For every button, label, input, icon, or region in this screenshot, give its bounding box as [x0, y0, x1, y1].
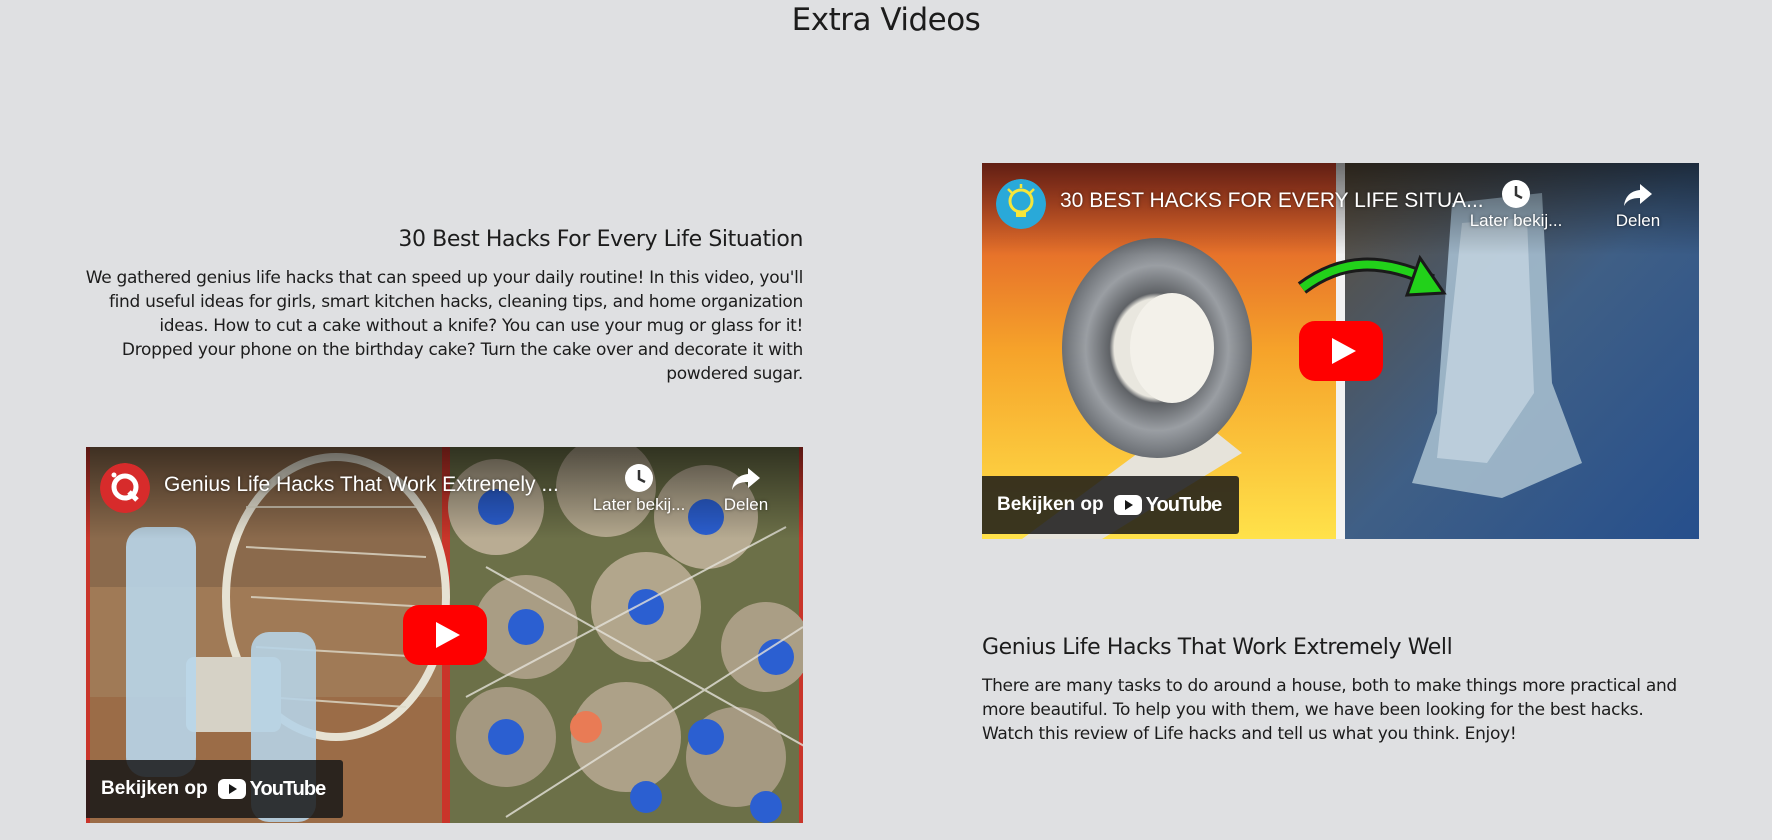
section-2-text: Genius Life Hacks That Work Extremely We…	[982, 634, 1702, 746]
watch-on-label: Bekijken op	[997, 494, 1104, 515]
video-title[interactable]: 30 BEST HACKS FOR EVERY LIFE SITUA...	[1060, 189, 1484, 213]
watch-later-label: Later bekij...	[1469, 211, 1563, 230]
play-icon[interactable]	[402, 605, 487, 665]
q-channel-icon[interactable]	[100, 463, 150, 513]
section-2-description: There are many tasks to do around a hous…	[982, 674, 1702, 746]
desc-line: Dropped your phone on the birthday cake?…	[121, 340, 803, 360]
share-label: Delen	[723, 495, 769, 514]
section-2-heading: Genius Life Hacks That Work Extremely We…	[982, 635, 1453, 660]
video-embed-genius-life-hacks[interactable]: Genius Life Hacks That Work Extremely ..…	[86, 447, 803, 823]
share-button[interactable]: Delen	[706, 461, 786, 515]
video-title[interactable]: Genius Life Hacks That Work Extremely ..…	[164, 473, 559, 497]
share-icon	[732, 468, 760, 490]
clock-icon	[625, 464, 653, 492]
page-title: Extra Videos	[791, 2, 981, 38]
watch-later-button[interactable]: Later bekij...	[1466, 177, 1566, 231]
watch-on-label: Bekijken op	[101, 778, 208, 799]
share-button[interactable]: Delen	[1598, 177, 1678, 231]
section-1-text: 30 Best Hacks For Every Life Situation W…	[85, 226, 804, 386]
share-icon	[1624, 184, 1652, 206]
desc-line: powdered sugar.	[666, 364, 803, 384]
desc-line: We gathered genius life hacks that can s…	[85, 268, 804, 288]
youtube-logo-icon: YouTube	[217, 777, 327, 801]
desc-line: find useful ideas for girls, smart kitch…	[108, 292, 803, 312]
desc-line: Watch this review of Life hacks and tell…	[982, 724, 1517, 744]
watch-later-button[interactable]: Later bekij...	[589, 461, 689, 515]
play-icon[interactable]	[1298, 321, 1383, 381]
watch-later-label: Later bekij...	[592, 495, 686, 514]
clock-icon	[1502, 180, 1530, 208]
youtube-wordmark: YouTube	[1145, 493, 1223, 516]
watch-on-youtube-button[interactable]: Bekijken op YouTube	[982, 476, 1240, 534]
desc-line: There are many tasks to do around a hous…	[982, 676, 1677, 696]
watch-on-youtube-button[interactable]: Bekijken op YouTube	[86, 760, 344, 818]
share-label: Delen	[1615, 211, 1661, 230]
section-1-description: We gathered genius life hacks that can s…	[85, 266, 804, 386]
youtube-logo-icon: YouTube	[1113, 493, 1223, 517]
lightbulb-channel-icon[interactable]	[996, 179, 1046, 229]
youtube-wordmark: YouTube	[249, 777, 327, 800]
desc-line: more beautiful. To help you with them, w…	[982, 700, 1644, 720]
desc-line: ideas. How to cut a cake without a knife…	[159, 316, 803, 336]
section-1-heading: 30 Best Hacks For Every Life Situation	[398, 227, 803, 252]
video-embed-30-best-hacks[interactable]: 30 BEST HACKS FOR EVERY LIFE SITUA... La…	[982, 163, 1699, 539]
